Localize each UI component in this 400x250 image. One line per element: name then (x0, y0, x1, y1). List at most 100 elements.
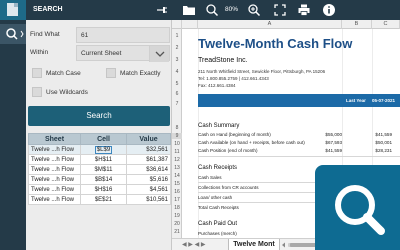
row-number[interactable]: 15 (172, 181, 182, 187)
result-row[interactable]: Twelve ...h Flow $M$11 $36,614 (28, 164, 171, 175)
cash-summary-current: $50,001 (375, 140, 392, 145)
within-select-value: Current Sheet (81, 50, 122, 57)
row-number[interactable]: 8 (172, 125, 182, 131)
cash-summary-current: $28,231 (375, 148, 392, 153)
row-number[interactable]: 3 (172, 57, 182, 63)
result-cell: $B$14 (80, 174, 127, 185)
row-number[interactable]: 1 (172, 33, 182, 39)
cash-paid-out-label: Purchases (merch) (198, 231, 237, 236)
result-value: $5,616 (126, 174, 171, 185)
use-wildcards-label: Use Wildcards (46, 89, 88, 96)
match-exactly-label: Match Exactly (120, 70, 161, 77)
search-panel-title: SEARCH (33, 6, 63, 13)
row-number[interactable]: 18 (172, 205, 182, 211)
result-cell: $M$11 (80, 164, 127, 175)
cash-receipts-label: Collections from CR accounts (198, 185, 259, 190)
row-number[interactable]: 7 (172, 101, 182, 107)
cash-summary-label: Cash Available (on hand + receipts, befo… (198, 140, 305, 145)
column-header-blank[interactable] (182, 20, 198, 29)
result-row[interactable]: Twelve ...h Flow $E$21 $10,561 (28, 194, 171, 205)
match-exactly-checkbox[interactable] (106, 68, 116, 78)
phone-line: Tel: 1.800.855.2759 | 412.661.4343 (198, 76, 269, 81)
zoom-level: 80% (225, 6, 239, 13)
sheet-tab-active[interactable]: Twelve Mont (228, 239, 280, 250)
row-number[interactable]: 5 (172, 81, 182, 87)
select-all-corner[interactable] (172, 20, 182, 29)
results-col-sheet[interactable]: Sheet (28, 133, 81, 145)
cash-summary-last-year: $41,559 (325, 148, 342, 153)
row-number[interactable]: 14 (172, 173, 182, 179)
row-number[interactable]: 2 (172, 45, 182, 51)
row-number[interactable]: 11 (172, 149, 182, 155)
result-value: $36,614 (126, 164, 171, 175)
tab-nav-arrows-icon[interactable]: ◀ ▶ ◀ ▶ (182, 241, 205, 248)
find-what-label: Find What (30, 31, 60, 38)
search-rail-icon[interactable] (0, 24, 26, 44)
result-value: $10,561 (126, 194, 171, 205)
fax-line: Fax: 412.661.4384 (198, 83, 236, 88)
row-number[interactable]: 21 (172, 229, 182, 235)
cash-receipts-heading: Cash Receipts (198, 165, 238, 171)
results-header-row: Sheet Cell Value (28, 133, 171, 145)
results-col-value[interactable]: Value (126, 133, 171, 145)
match-case-label: Match Case (46, 70, 81, 77)
row-number[interactable]: 10 (172, 141, 182, 147)
row-number[interactable]: 20 (172, 221, 182, 227)
result-value: $61,387 (126, 154, 171, 165)
result-value: $32,561 (126, 144, 171, 155)
row-number[interactable]: 12 (172, 157, 182, 163)
column-header-c[interactable]: C (372, 20, 400, 29)
find-what-input[interactable]: 61 (76, 27, 170, 43)
result-cell: $L$9 (80, 144, 127, 155)
row-number[interactable]: 4 (172, 69, 182, 75)
row-number[interactable]: 19 (172, 213, 182, 219)
result-cell: $H$16 (80, 184, 127, 195)
band-last-year: Last Year (346, 98, 366, 103)
document-logo-icon[interactable] (0, 0, 26, 20)
row-number-selected[interactable]: 9 (172, 133, 182, 139)
fullscreen-icon[interactable] (273, 3, 287, 17)
search-results: Sheet Cell Value Twelve ...h Flow $L$9 $… (28, 133, 171, 205)
column-header-a[interactable]: A (198, 20, 342, 29)
result-sheet: Twelve ...h Flow (28, 154, 81, 165)
cash-receipts-label: Loan/ other cash (198, 195, 233, 200)
result-sheet: Twelve ...h Flow (28, 174, 81, 185)
zoom-in-icon[interactable] (247, 3, 261, 17)
row-number[interactable]: 17 (172, 197, 182, 203)
search-button[interactable]: Search (28, 106, 170, 126)
column-headers: A B C (172, 20, 400, 29)
app-window: SEARCH Find What 61 Within Current Sheet… (0, 0, 400, 250)
search-panel: SEARCH Find What 61 Within Current Sheet… (26, 0, 172, 250)
folder-icon[interactable] (182, 3, 196, 17)
cash-summary-label: Cash Position (end of month) (198, 148, 258, 153)
match-case-checkbox[interactable] (32, 68, 42, 78)
result-value: $4,561 (126, 184, 171, 195)
cash-summary-current: $41,559 (375, 132, 392, 137)
sheet-title: Twelve-Month Cash Flow (198, 36, 353, 51)
cash-summary-last-year: $67,593 (325, 140, 342, 145)
use-wildcards-checkbox[interactable] (32, 87, 42, 97)
print-icon[interactable] (297, 3, 311, 17)
result-row[interactable]: Twelve ...h Flow $H$11 $61,387 (28, 154, 171, 165)
within-select[interactable]: Current Sheet (76, 45, 170, 62)
within-label: Within (30, 49, 49, 56)
chevron-down-icon[interactable] (149, 46, 169, 62)
cash-summary-heading: Cash Summary (198, 123, 240, 129)
results-col-cell[interactable]: Cell (80, 133, 127, 145)
band-date: 05-07-2021 (372, 98, 396, 103)
result-sheet: Twelve ...h Flow (28, 164, 81, 175)
left-rail (0, 0, 26, 250)
result-row[interactable]: Twelve ...h Flow $B$14 $5,616 (28, 174, 171, 185)
row-number[interactable]: 13 (172, 165, 182, 171)
pin-icon[interactable] (156, 4, 168, 16)
column-header-b[interactable]: B (342, 20, 372, 29)
cash-paid-out-heading: Cash Paid Out (198, 221, 238, 227)
result-row[interactable]: Twelve ...h Flow $L$9 $32,561 (28, 144, 171, 155)
info-icon[interactable] (322, 3, 336, 17)
row-number[interactable]: 6 (172, 91, 182, 97)
result-cell: $H$11 (80, 154, 127, 165)
row-number[interactable]: 16 (172, 189, 182, 195)
result-sheet: Twelve ...h Flow (28, 194, 81, 205)
result-row[interactable]: Twelve ...h Flow $H$16 $4,561 (28, 184, 171, 195)
zoom-out-icon[interactable] (205, 3, 219, 17)
